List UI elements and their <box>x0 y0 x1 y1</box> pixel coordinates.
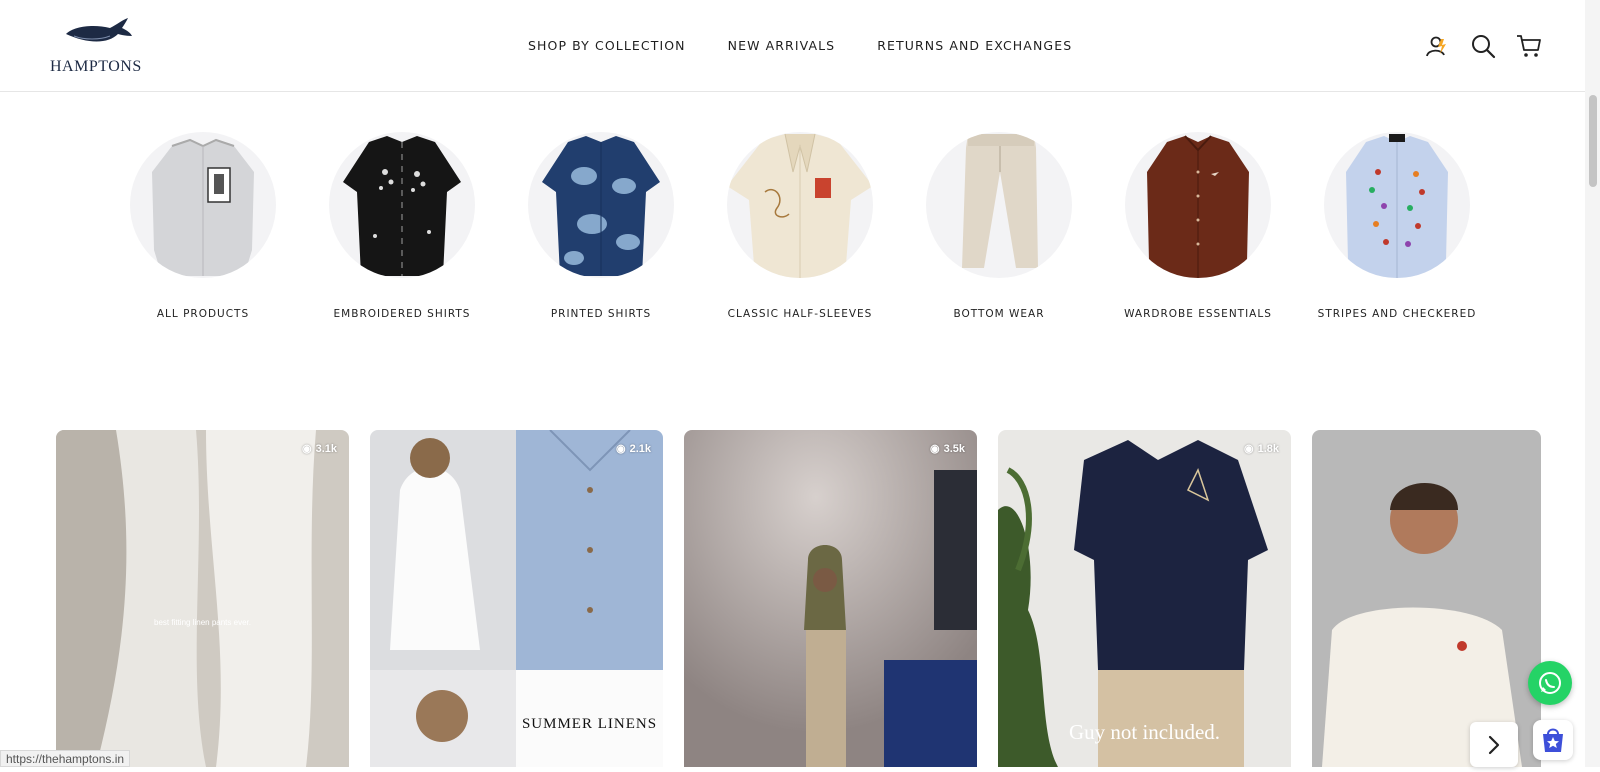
video-thumbnail <box>1312 430 1541 767</box>
brand-logo[interactable]: HAMPTONS <box>48 16 152 78</box>
category-image <box>528 132 674 278</box>
video-card[interactable] <box>1312 430 1541 767</box>
video-caption: SUMMER LINENS <box>521 716 658 732</box>
nav-returns-exchanges[interactable]: RETURNS AND EXCHANGES <box>877 38 1072 53</box>
video-caption: Guy not included. <box>1068 720 1221 744</box>
whale-icon <box>66 18 132 42</box>
account-icon[interactable] <box>1424 33 1450 59</box>
page-scrollbar[interactable] <box>1585 0 1600 767</box>
shopping-bag-star-icon <box>1543 728 1563 752</box>
eye-icon: ◉ <box>301 443 312 455</box>
view-count: ◉ 3.5k <box>929 442 965 456</box>
whatsapp-icon <box>1539 672 1561 694</box>
video-caption: best fitting linen pants ever. <box>154 618 251 627</box>
video-card[interactable]: ◉ 3.1k best fitting linen pants ever. <box>56 430 349 767</box>
video-thumbnail <box>56 430 349 767</box>
video-thumbnail <box>998 430 1291 767</box>
view-count: ◉ 3.1k <box>301 442 337 456</box>
scrollbar-thumb[interactable] <box>1589 95 1597 187</box>
view-count: ◉ 2.1k <box>615 442 651 456</box>
main-nav: SHOP BY COLLECTION NEW ARRIVALS RETURNS … <box>528 38 1072 53</box>
video-thumbnail <box>684 430 977 767</box>
eye-icon: ◉ <box>615 443 626 455</box>
search-icon[interactable] <box>1470 33 1496 59</box>
category-image <box>727 132 873 278</box>
category-image <box>926 132 1072 278</box>
rewards-badge-button[interactable] <box>1533 720 1573 760</box>
category-image <box>1324 132 1470 278</box>
carousel-next-button[interactable] <box>1470 722 1518 767</box>
brand-name: HAMPTONS <box>50 58 142 75</box>
video-card[interactable]: ◉ 1.8k Guy not included. <box>998 430 1291 767</box>
nav-shop-by-collection[interactable]: SHOP BY COLLECTION <box>528 38 686 53</box>
category-row: ALL PRODUCTS EMBROIDERED SHIRTS PRINTED … <box>110 132 1510 332</box>
nav-new-arrivals[interactable]: NEW ARRIVALS <box>728 38 836 53</box>
eye-icon: ◉ <box>929 443 940 455</box>
site-header: HAMPTONS SHOP BY COLLECTION NEW ARRIVALS… <box>0 0 1585 92</box>
video-carousel: ◉ 3.1k best fitting linen pants ever. ◉ 2.… <box>56 430 1541 767</box>
video-card[interactable]: ◉ 2.1k SUMMER LINENS <box>370 430 663 767</box>
chevron-right-icon <box>1488 735 1500 755</box>
cart-icon[interactable] <box>1516 33 1542 59</box>
eye-icon: ◉ <box>1243 443 1254 455</box>
category-image <box>1125 132 1271 278</box>
view-count: ◉ 1.8k <box>1243 442 1279 456</box>
category-image <box>130 132 276 278</box>
category-image <box>329 132 475 278</box>
status-bar-url: https://thehamptons.in <box>0 750 131 767</box>
whatsapp-button[interactable] <box>1528 661 1572 705</box>
video-card[interactable]: ◉ 3.5k <box>684 430 977 767</box>
